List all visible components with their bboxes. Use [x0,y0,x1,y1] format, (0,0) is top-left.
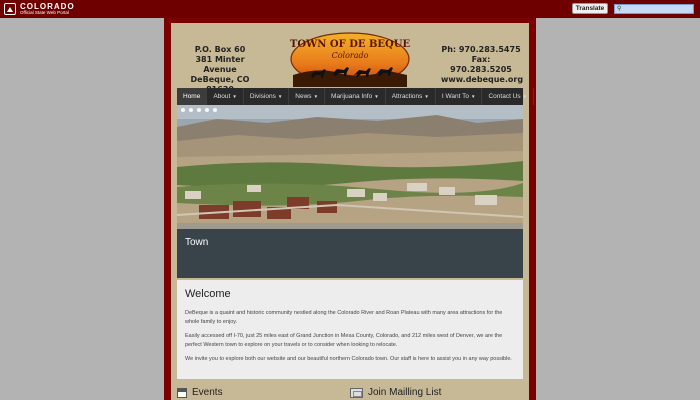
nav-item-marijuana-info[interactable]: Marijuana Info ▼ [325,88,386,105]
state-portal-bar: COLORADO Official State Web Portal Trans… [0,0,700,18]
nav-item-label: I Want To [441,93,469,100]
slider-dot[interactable] [189,108,193,112]
events-label: Events [192,387,223,398]
nav-item-label: About [213,93,231,100]
website-link[interactable]: www.debeque.org [441,75,523,85]
nav-item-news[interactable]: News ▼ [289,88,326,105]
slide-caption: Town [185,237,209,248]
address-line: 381 Minter Avenue [195,55,245,74]
caret-down-icon: ▼ [374,94,379,99]
slider-dot[interactable] [205,108,209,112]
nav-item-attractions[interactable]: Attractions ▼ [386,88,436,105]
slider-dot[interactable] [197,108,201,112]
welcome-title: Welcome [185,288,231,300]
caret-down-icon: ▼ [522,94,528,99]
nav-item-label: Home [183,93,201,100]
logo-script-text: Colorado [332,51,369,60]
hero-slider[interactable] [177,105,523,229]
nav-item-home[interactable]: Home [177,88,208,105]
caret-down-icon: ▼ [313,94,319,99]
nav-item-contact-us[interactable]: Contact Us ▼ [482,88,535,105]
nav-item-label: Attractions [391,93,423,100]
caret-down-icon: ▼ [471,94,476,99]
search-input[interactable] [621,5,690,13]
calendar-icon [177,387,187,398]
caret-down-icon: ▼ [277,94,283,99]
mailing-list-label: Join Mailling List [368,387,442,398]
slider-dots [181,108,217,112]
slider-dot[interactable] [181,108,185,112]
slider-dot[interactable] [213,108,217,112]
nav-item-divisions[interactable]: Divisions ▼ [244,88,290,105]
nav-item-label: Contact Us [488,93,521,100]
colorado-portal-logo[interactable]: COLORADO Official State Web Portal [4,2,75,16]
caret-down-icon: ▼ [424,94,429,99]
caret-down-icon: ▼ [232,94,237,99]
welcome-panel: Welcome DeBeque is a quaint and historic… [177,280,523,379]
fax-number: Fax: 970.283.5205 [450,55,512,74]
nav-item-i-want-to[interactable]: I Want To ▼ [436,88,483,105]
translate-button[interactable]: Translate [572,3,608,14]
slide-caption-panel: Town [177,229,523,278]
nav-item-label: News [295,93,312,100]
colorado-logo-subtitle: Official State Web Portal [20,9,69,15]
nav-item-about[interactable]: About ▼ [207,88,244,105]
phone-number: Ph: 970.283.5475 [441,45,521,54]
portal-search[interactable]: ⚲ [614,4,694,14]
events-heading[interactable]: Events [177,387,223,398]
site-page: P.O. Box 60 381 Minter Avenue DeBeque, C… [171,23,535,400]
colorado-mountain-icon [4,3,16,15]
logo-title-text: TOWN OF DE BEQUE [290,39,411,50]
mailing-list-heading[interactable]: Join Mailling List [350,387,441,398]
nav-item-label: Divisions [249,93,276,100]
address-line: P.O. Box 60 [194,45,246,54]
welcome-paragraph: Easily accessed off I-70, just 25 miles … [185,333,503,348]
welcome-paragraph: DeBeque is a quaint and historic communi… [185,310,503,325]
main-nav: Home About ▼ Divisions ▼ News ▼ Marijuana Info ▼… [177,88,535,105]
town-aerial-photo [177,105,523,229]
town-logo[interactable]: TOWN OF DE BEQUE Colorado [289,31,411,87]
nav-item-label: Marijuana Info [331,93,373,100]
newsletter-icon [350,387,363,398]
contact-info: Ph: 970.283.5475 Fax: 970.283.5205 www.d… [441,45,523,85]
welcome-paragraph: We invite you to explore both our websit… [185,356,512,362]
